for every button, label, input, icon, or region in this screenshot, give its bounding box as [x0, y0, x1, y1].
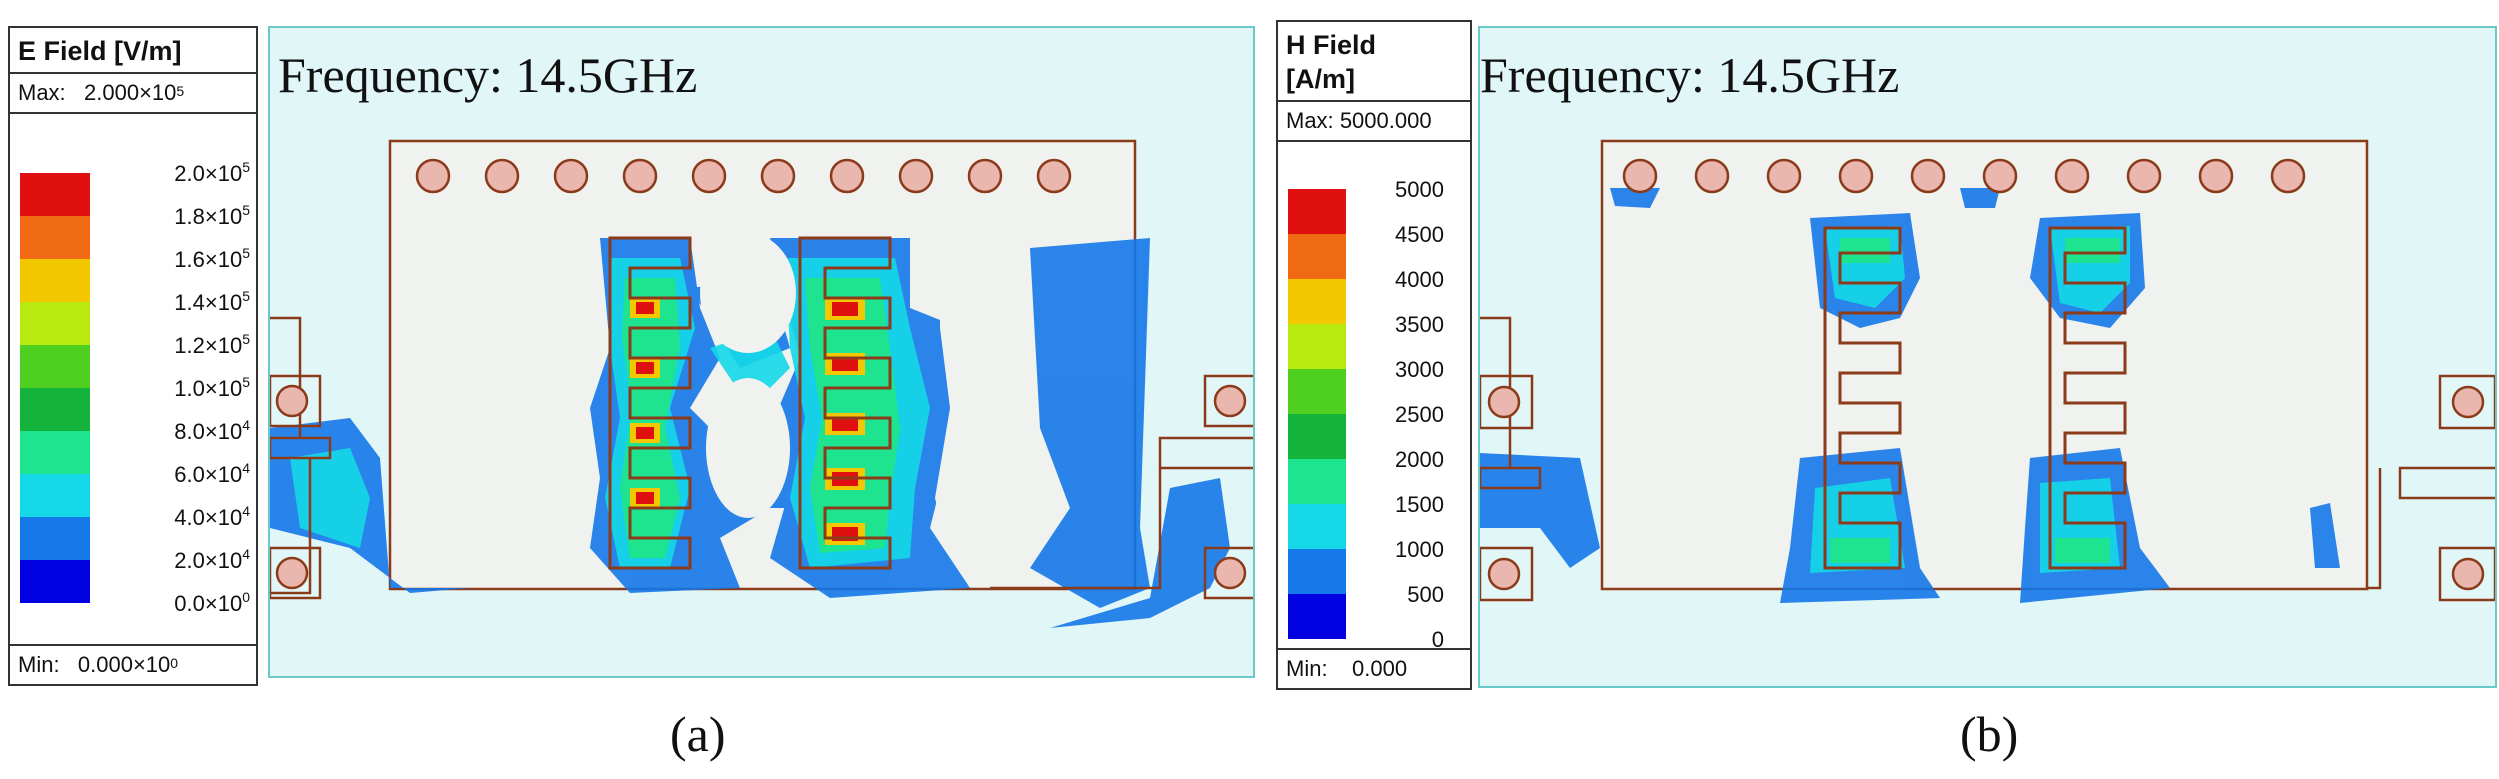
scale-tick: 3000: [1395, 357, 1444, 382]
h-field-map: [1480, 139, 2495, 603]
caption-a: (a): [670, 706, 726, 762]
scale-tick: 4000: [1395, 267, 1444, 292]
color-swatch: [1288, 504, 1346, 549]
legend-min: Min: 0.000: [1278, 648, 1470, 688]
e-field-legend: E Field [V/m] Max: 2.000×105 2.0×105 1.8…: [8, 26, 258, 686]
h-field-plot: Frequency: 14.5GHz: [1478, 26, 2497, 688]
color-swatch: [20, 517, 90, 560]
substrate: [1600, 139, 2369, 591]
scale-tick: 1.0×105: [174, 374, 250, 401]
scale-tick: 0.0×100: [174, 589, 250, 616]
scale-tick: 1000: [1395, 537, 1444, 562]
color-swatch: [20, 259, 90, 302]
color-swatch: [1288, 459, 1346, 504]
scale-tick: 500: [1407, 582, 1444, 607]
color-swatch: [1288, 414, 1346, 459]
h-field-legend: H Field [A/m] Max: 5000.000 5000 4500 40…: [1276, 20, 1472, 690]
color-swatch: [1288, 549, 1346, 594]
scale-tick: 2.0×104: [174, 546, 250, 573]
color-swatch: [20, 560, 90, 603]
e-field-map: [270, 139, 1253, 628]
legend-title: H Field [A/m]: [1278, 22, 1470, 102]
scale-tick: 2.0×105: [174, 159, 250, 186]
scale-tick: 1.6×105: [174, 245, 250, 272]
color-swatch: [20, 388, 90, 431]
legend-max: Max: 2.000×105: [10, 74, 256, 114]
e-field-plot: Frequency: 14.5GHz: [268, 26, 1255, 678]
scale-tick: 1.2×105: [174, 331, 250, 358]
color-swatch: [1288, 369, 1346, 414]
color-swatch: [20, 302, 90, 345]
scale-tick: 8.0×104: [174, 417, 250, 444]
color-swatch: [1288, 234, 1346, 279]
scale-tick: 3500: [1395, 312, 1444, 337]
color-swatch: [20, 474, 90, 517]
caption-b: (b): [1960, 706, 2019, 762]
color-scale: 2.0×105 1.8×105 1.6×105 1.4×105 1.2×105 …: [20, 143, 250, 616]
color-swatch: [20, 173, 90, 216]
color-scale: 5000 4500 4000 3500 3000 2500 2000 1500 …: [1288, 167, 1464, 652]
panel-a: E Field [V/m] Max: 2.000×105 2.0×105 1.8…: [0, 0, 1255, 779]
scale-tick: 5000: [1395, 177, 1444, 202]
legend-title: E Field [V/m]: [10, 28, 256, 74]
frequency-label: Frequency: 14.5GHz: [278, 47, 698, 103]
scale-tick: 2500: [1395, 402, 1444, 427]
panel-b: H Field [A/m] Max: 5000.000 5000 4500 40…: [1270, 0, 2499, 779]
scale-tick: 4500: [1395, 222, 1444, 247]
color-swatch: [1288, 324, 1346, 369]
color-swatch: [20, 216, 90, 259]
scale-tick: 4.0×104: [174, 503, 250, 530]
color-swatch: [1288, 189, 1346, 234]
color-swatch: [1288, 279, 1346, 324]
color-swatch: [1288, 594, 1346, 639]
scale-tick: 1.8×105: [174, 202, 250, 229]
scale-tick: 1500: [1395, 492, 1444, 517]
color-swatch: [20, 345, 90, 388]
scale-tick: 1.4×105: [174, 288, 250, 315]
frequency-label: Frequency: 14.5GHz: [1480, 47, 1900, 103]
scale-tick: 6.0×104: [174, 460, 250, 487]
legend-max: Max: 5000.000: [1278, 102, 1470, 142]
legend-min: Min: 0.000×100: [10, 644, 256, 684]
scale-tick: 2000: [1395, 447, 1444, 472]
color-swatch: [20, 431, 90, 474]
